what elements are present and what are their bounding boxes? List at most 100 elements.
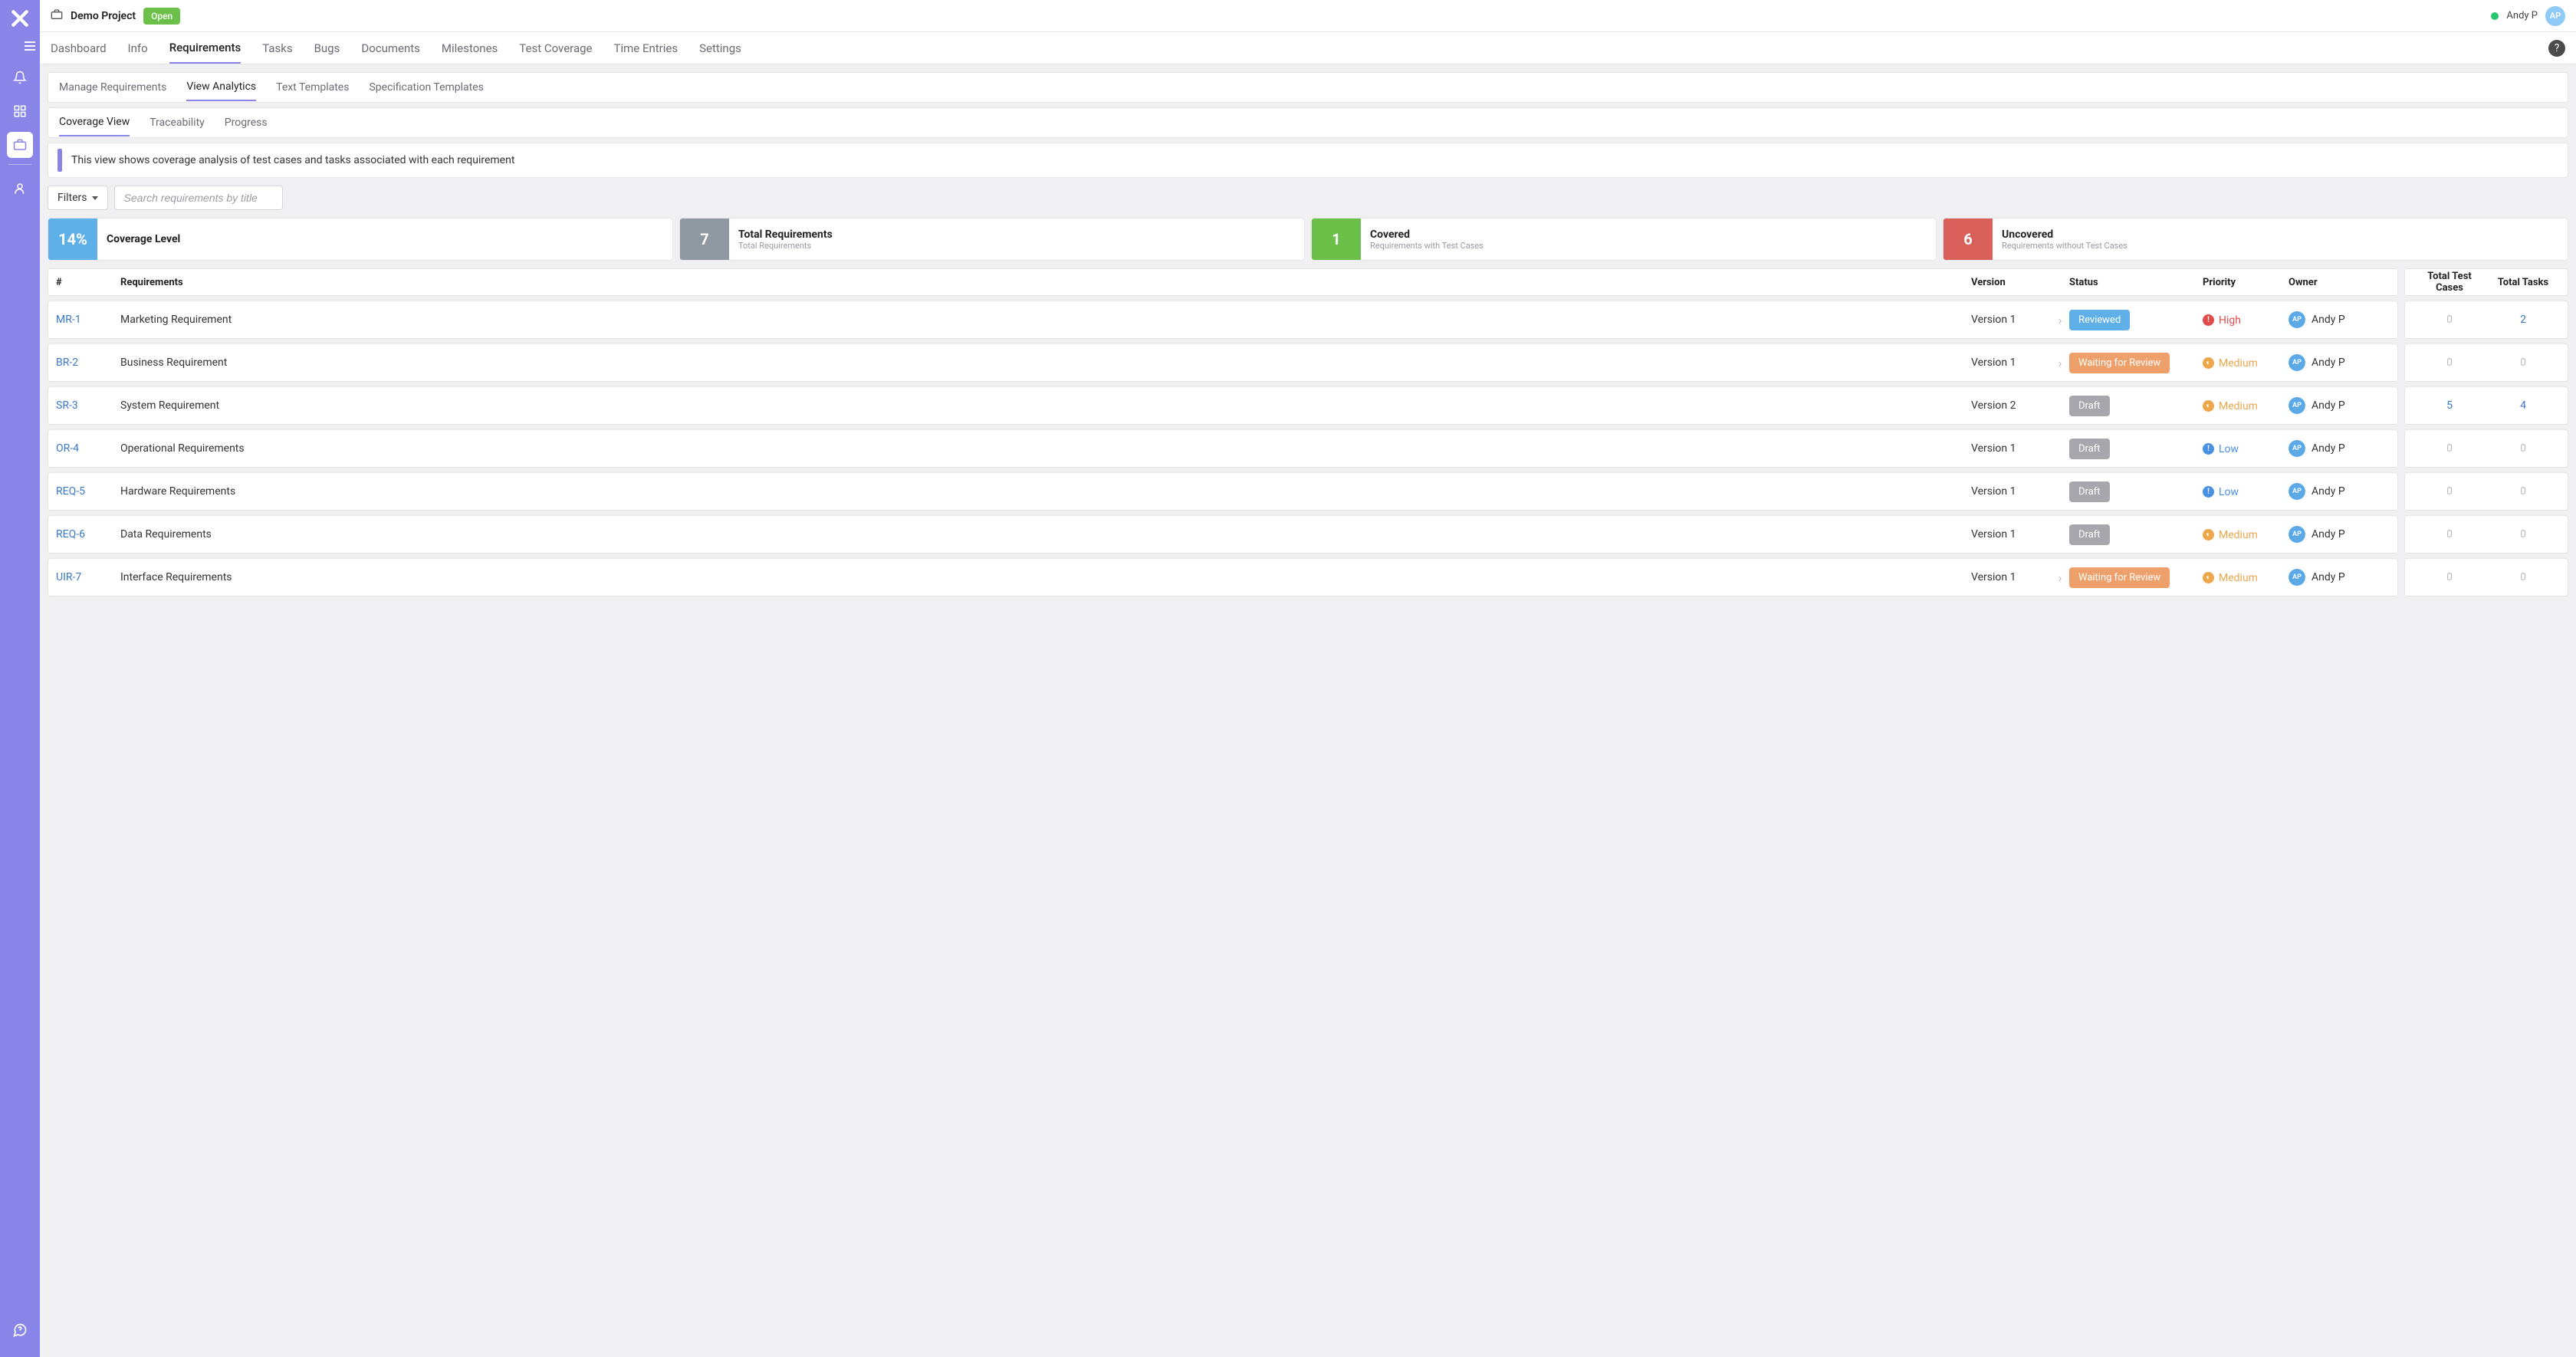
req-id-link[interactable]: UIR-7 <box>56 571 120 583</box>
expand-icon[interactable]: › <box>2051 570 2069 585</box>
owner-cell: APAndy P <box>2288 483 2390 500</box>
filters-button-label: Filters <box>58 192 87 204</box>
search-input[interactable] <box>114 186 283 210</box>
sidebar-item-dashboard[interactable] <box>7 98 33 124</box>
req-version: Version 1 <box>1971 571 2051 583</box>
priority-badge: ◐Medium <box>2203 357 2258 370</box>
sidebar-item-users[interactable] <box>7 176 33 202</box>
test-cases-count: 0 <box>2413 485 2486 498</box>
priority-icon: ! <box>2203 486 2214 498</box>
req-version: Version 1 <box>1971 314 2051 326</box>
collapse-sidebar-icon[interactable] <box>20 38 40 57</box>
owner-avatar: AP <box>2288 354 2305 371</box>
avatar[interactable]: AP <box>2545 6 2565 26</box>
sidebar-item-support[interactable] <box>7 1317 33 1343</box>
filters-button[interactable]: Filters <box>48 186 108 210</box>
stat-card-coverage[interactable]: 14% Coverage Level <box>48 218 673 261</box>
col-version: Version <box>1971 277 2051 288</box>
table-header-right: Total Test Cases Total Tasks <box>2404 268 2568 296</box>
owner-name: Andy P <box>2312 314 2345 326</box>
project-name[interactable]: Demo Project <box>71 10 136 22</box>
tasks-count[interactable]: 4 <box>2486 399 2560 412</box>
req-id-link[interactable]: REQ-6 <box>56 528 120 540</box>
app-logo-icon[interactable] <box>8 6 32 31</box>
owner-cell: APAndy P <box>2288 440 2390 457</box>
current-user-name[interactable]: Andy P <box>2506 10 2538 21</box>
tab-bugs[interactable]: Bugs <box>314 34 340 63</box>
req-id-link[interactable]: SR-3 <box>56 399 120 412</box>
tab-info[interactable]: Info <box>128 34 148 63</box>
stat-card-covered[interactable]: 1 Covered Requirements with Test Cases <box>1311 218 1937 261</box>
stat-box: 14% <box>48 219 97 260</box>
col-owner: Owner <box>2288 277 2390 288</box>
req-id-link[interactable]: MR-1 <box>56 314 120 326</box>
req-version: Version 1 <box>1971 528 2051 540</box>
subtab-coverage-view[interactable]: Coverage View <box>59 109 130 136</box>
stat-subtitle: Total Requirements <box>738 241 833 251</box>
owner-name: Andy P <box>2312 571 2345 583</box>
test-cases-count[interactable]: 5 <box>2413 399 2486 412</box>
priority-badge: ◐Medium <box>2203 572 2258 584</box>
priority-badge: !High <box>2203 314 2241 327</box>
table-row[interactable]: UIR-7 Interface Requirements Version 1 ›… <box>48 558 2398 596</box>
tasks-count[interactable]: 2 <box>2486 314 2560 326</box>
req-id-link[interactable]: REQ-5 <box>56 485 120 498</box>
table-row: 5 4 <box>2404 386 2568 425</box>
left-sidebar <box>0 0 40 1357</box>
req-title: Interface Requirements <box>120 571 1971 583</box>
table-row: 0 0 <box>2404 472 2568 511</box>
table-row[interactable]: REQ-6 Data Requirements Version 1 Draft … <box>48 515 2398 554</box>
stat-card-uncovered[interactable]: 6 Uncovered Requirements without Test Ca… <box>1943 218 2568 261</box>
table-row: 0 0 <box>2404 343 2568 382</box>
subtab-text-templates[interactable]: Text Templates <box>276 74 349 100</box>
chevron-down-icon <box>92 196 98 200</box>
tasks-count: 0 <box>2486 528 2560 540</box>
req-title: Marketing Requirement <box>120 314 1971 326</box>
tasks-count: 0 <box>2486 442 2560 455</box>
tab-milestones[interactable]: Milestones <box>442 34 498 63</box>
subtab-manage-requirements[interactable]: Manage Requirements <box>59 74 166 100</box>
table-row[interactable]: SR-3 System Requirement Version 2 Draft … <box>48 386 2398 425</box>
table-row[interactable]: OR-4 Operational Requirements Version 1 … <box>48 429 2398 468</box>
top-bar: Demo Project Open Andy P AP <box>40 0 2576 32</box>
status-badge: Draft <box>2069 481 2110 502</box>
subtab-specification-templates[interactable]: Specification Templates <box>369 74 483 100</box>
table-row[interactable]: REQ-5 Hardware Requirements Version 1 Dr… <box>48 472 2398 511</box>
tab-test-coverage[interactable]: Test Coverage <box>519 34 592 63</box>
status-badge: Reviewed <box>2069 310 2130 330</box>
tab-documents[interactable]: Documents <box>361 34 420 63</box>
expand-icon[interactable]: › <box>2051 356 2069 370</box>
table-row[interactable]: MR-1 Marketing Requirement Version 1 › R… <box>48 301 2398 339</box>
tab-tasks[interactable]: Tasks <box>262 34 292 63</box>
subtab-traceability[interactable]: Traceability <box>150 110 205 136</box>
subtab-progress[interactable]: Progress <box>225 110 268 136</box>
main-nav-tabs: Dashboard Info Requirements Tasks Bugs Docume… <box>40 32 2576 64</box>
sidebar-item-notifications[interactable] <box>7 64 33 90</box>
stat-box: 6 <box>1944 219 1993 260</box>
stat-subtitle: Requirements with Test Cases <box>1370 241 1484 251</box>
help-icon[interactable]: ? <box>2548 40 2565 57</box>
info-banner: This view shows coverage analysis of tes… <box>48 143 2568 178</box>
tab-requirements[interactable]: Requirements <box>169 33 242 64</box>
table-row: 0 0 <box>2404 429 2568 468</box>
tab-dashboard[interactable]: Dashboard <box>51 34 107 63</box>
req-version: Version 1 <box>1971 356 2051 369</box>
owner-avatar: AP <box>2288 569 2305 586</box>
col-status: Status <box>2069 277 2203 288</box>
sidebar-item-projects[interactable] <box>7 132 33 158</box>
stat-card-total[interactable]: 7 Total Requirements Total Requirements <box>679 218 1305 261</box>
table-row[interactable]: BR-2 Business Requirement Version 1 › Wa… <box>48 343 2398 382</box>
req-id-link[interactable]: BR-2 <box>56 356 120 369</box>
stat-box: 1 <box>1312 219 1361 260</box>
owner-name: Andy P <box>2312 485 2345 498</box>
req-id-link[interactable]: OR-4 <box>56 442 120 455</box>
req-title: Business Requirement <box>120 356 1971 369</box>
stat-box: 7 <box>680 219 729 260</box>
tab-settings[interactable]: Settings <box>699 34 741 63</box>
tasks-count: 0 <box>2486 571 2560 583</box>
expand-icon[interactable]: › <box>2051 313 2069 327</box>
priority-icon: ◐ <box>2203 572 2214 583</box>
subtab-view-analytics[interactable]: View Analytics <box>186 74 256 101</box>
tab-time-entries[interactable]: Time Entries <box>614 34 678 63</box>
priority-icon: ◐ <box>2203 529 2214 540</box>
